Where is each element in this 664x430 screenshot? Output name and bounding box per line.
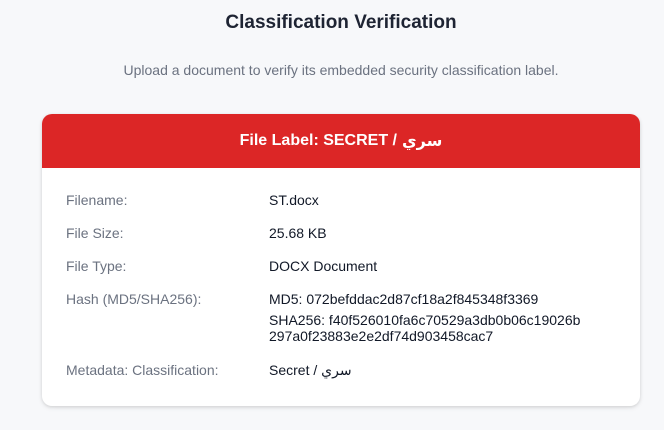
sha256-hash: SHA256: f40f526010fa6c70529a3db0b06c1902… — [269, 312, 624, 344]
file-size-value: 25.68 KB — [269, 225, 327, 241]
md5-hash: MD5: 072befddac2d87cf18a2f845348f3369 — [269, 291, 539, 307]
classification-value: Secret / سري — [269, 362, 352, 378]
classification-label-banner: File Label: SECRET / سري — [42, 114, 640, 168]
file-type-label: File Type: — [66, 258, 127, 274]
file-result-card: File Label: SECRET / سري Filename: ST.do… — [42, 114, 640, 406]
sha256-hash-part2: 297a0f23883e2e2df74d903458cac7 — [269, 328, 494, 344]
sha256-hash-part1: SHA256: f40f526010fa6c70529a3db0b06c1902… — [269, 312, 581, 328]
page-title: Classification Verification — [225, 12, 457, 33]
classification-label: Metadata: Classification: — [66, 362, 219, 378]
file-type-value: DOCX Document — [269, 258, 378, 274]
hash-label: Hash (MD5/SHA256): — [66, 291, 202, 307]
page-subtitle: Upload a document to verify its embedded… — [123, 62, 559, 78]
hash-values: MD5: 072befddac2d87cf18a2f845348f3369 SH… — [269, 291, 624, 344]
banner-arabic-text: سري — [402, 133, 443, 150]
file-size-label: File Size: — [66, 225, 124, 241]
verification-page: Classification Verification Upload a doc… — [0, 0, 664, 430]
banner-label-text: File Label: SECRET / — [239, 132, 397, 149]
filename-value: ST.docx — [269, 192, 319, 208]
filename-label: Filename: — [66, 192, 128, 208]
